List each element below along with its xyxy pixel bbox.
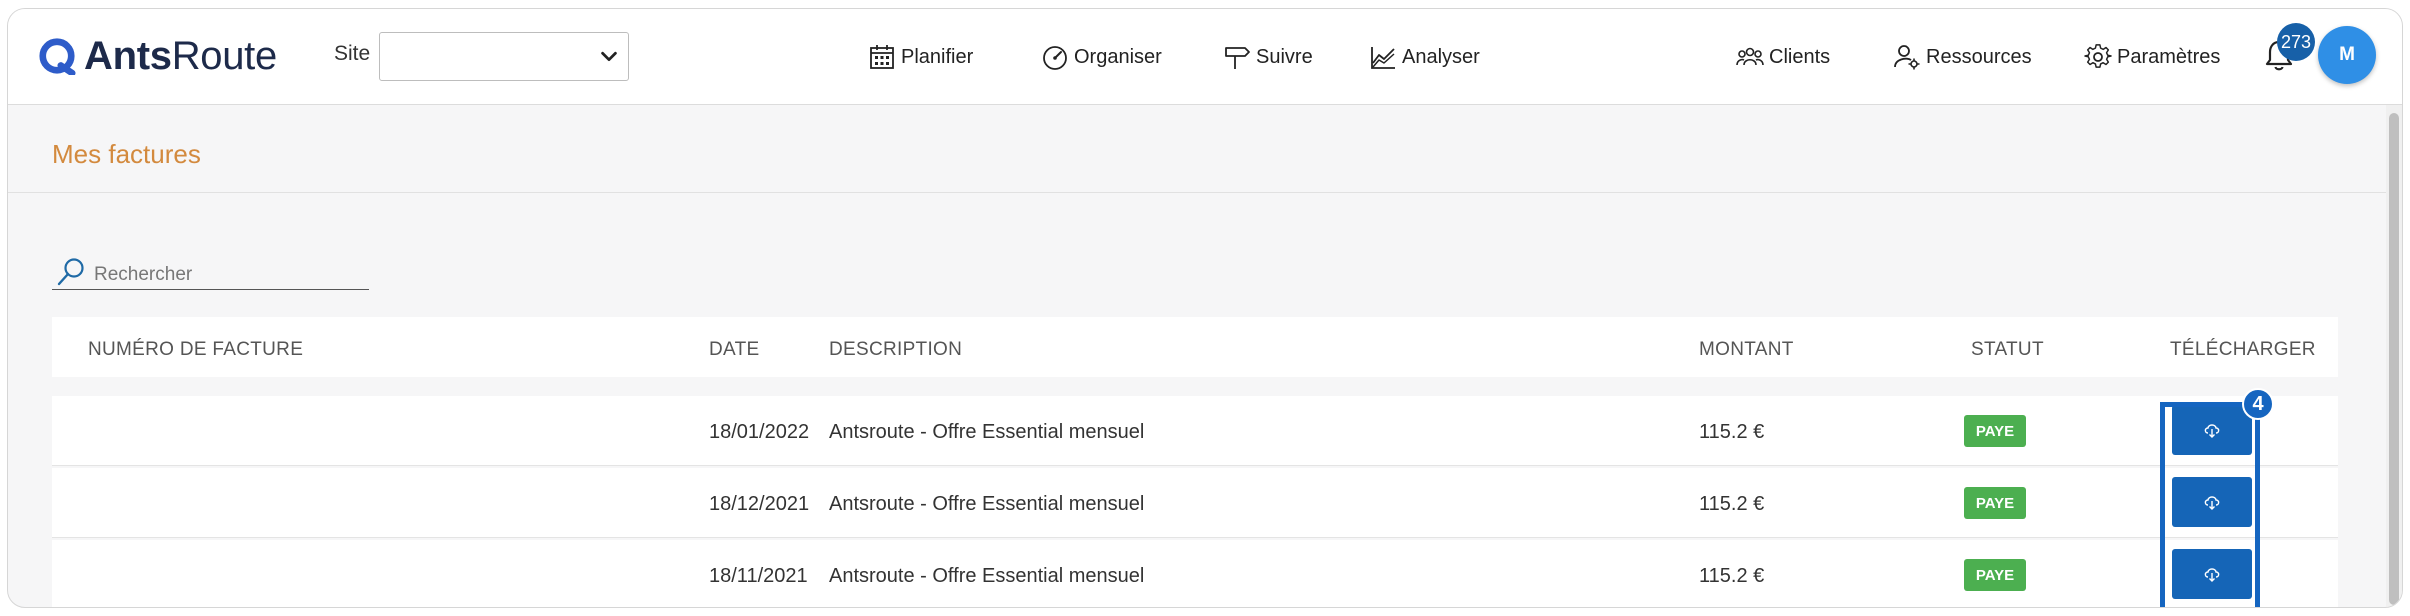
nav-organiser[interactable]: Organiser bbox=[1041, 43, 1162, 71]
search-input[interactable] bbox=[94, 263, 364, 287]
column-header-description[interactable]: DESCRIPTION bbox=[829, 339, 962, 361]
invoice-amount: 115.2 € bbox=[1699, 421, 1765, 443]
page-header: Mes factures bbox=[8, 105, 2388, 193]
user-gear-icon bbox=[1894, 45, 1920, 70]
invoice-amount: 115.2 € bbox=[1699, 565, 1765, 587]
users-icon bbox=[1736, 47, 1764, 66]
logo-icon bbox=[39, 38, 76, 75]
antsroute-logo[interactable]: AntsRoute bbox=[38, 33, 277, 79]
nav-parametres[interactable]: Paramètres bbox=[2084, 43, 2220, 71]
app-window: AntsRoute Site Planifier Organiser Suivr… bbox=[7, 8, 2403, 608]
nav-clients[interactable]: Clients bbox=[1736, 43, 1830, 71]
nav-planifier[interactable]: Planifier bbox=[868, 43, 973, 71]
cloud-download-icon bbox=[2204, 496, 2220, 510]
logo-text: AntsRoute bbox=[84, 33, 277, 78]
table-row: 18/12/2021 Antsroute - Offre Essential m… bbox=[52, 468, 2338, 538]
scrollbar-thumb[interactable] bbox=[2389, 113, 2399, 605]
nav-analyser[interactable]: Analyser bbox=[1369, 43, 1480, 71]
nav-label: Clients bbox=[1769, 45, 1831, 68]
table-header: NUMÉRO DE FACTURE DATE DESCRIPTION MONTA… bbox=[52, 317, 2338, 377]
download-button[interactable] bbox=[2172, 477, 2252, 527]
nav-label: Organiser bbox=[1074, 45, 1162, 68]
top-header: AntsRoute Site Planifier Organiser Suivr… bbox=[8, 9, 2402, 105]
gear-icon bbox=[2084, 44, 2112, 68]
gauge-icon bbox=[1043, 46, 1067, 70]
status-badge: PAYE bbox=[1964, 487, 2026, 519]
status-badge: PAYE bbox=[1964, 415, 2026, 447]
status-badge: PAYE bbox=[1964, 559, 2026, 591]
page-title: Mes factures bbox=[52, 139, 201, 169]
invoice-description: Antsroute - Offre Essential mensuel bbox=[829, 421, 1145, 443]
download-button[interactable] bbox=[2172, 405, 2252, 455]
invoice-description: Antsroute - Offre Essential mensuel bbox=[829, 493, 1145, 515]
download-button[interactable] bbox=[2172, 549, 2252, 599]
column-header-status[interactable]: STATUT bbox=[1971, 339, 2044, 361]
site-select[interactable] bbox=[379, 32, 629, 81]
search-box bbox=[52, 253, 369, 290]
chart-icon bbox=[1371, 47, 1395, 69]
cloud-download-icon bbox=[2204, 568, 2220, 582]
cloud-download-icon bbox=[2204, 424, 2220, 438]
avatar[interactable]: M bbox=[2318, 26, 2376, 84]
invoice-amount: 115.2 € bbox=[1699, 493, 1765, 515]
column-header-amount[interactable]: MONTANT bbox=[1699, 339, 1794, 361]
nav-ressources[interactable]: Ressources bbox=[1893, 43, 2032, 71]
search-icon bbox=[57, 258, 84, 286]
nav-label: Ressources bbox=[1926, 45, 2032, 68]
invoice-date: 18/12/2021 bbox=[709, 493, 810, 515]
column-header-date[interactable]: DATE bbox=[709, 339, 759, 361]
nav-label: Analyser bbox=[1402, 45, 1480, 68]
site-label: Site bbox=[334, 42, 371, 65]
chevron-down-icon bbox=[601, 51, 617, 62]
column-header-number[interactable]: NUMÉRO DE FACTURE bbox=[88, 339, 303, 361]
signpost-icon bbox=[1225, 47, 1250, 69]
nav-label: Planifier bbox=[901, 45, 974, 68]
table-row: 18/11/2021 Antsroute - Offre Essential m… bbox=[52, 540, 2338, 607]
column-header-download[interactable]: TÉLÉCHARGER bbox=[2170, 339, 2316, 361]
calendar-icon bbox=[870, 45, 894, 69]
nav-label: Paramètres bbox=[2117, 45, 2221, 68]
invoice-date: 18/01/2022 bbox=[709, 421, 810, 443]
nav-label: Suivre bbox=[1256, 45, 1313, 68]
step-badge: 4 bbox=[2242, 388, 2274, 420]
invoice-description: Antsroute - Offre Essential mensuel bbox=[829, 565, 1145, 587]
nav-suivre[interactable]: Suivre bbox=[1223, 43, 1313, 71]
notification-badge[interactable]: 273 bbox=[2277, 23, 2315, 61]
invoice-date: 18/11/2021 bbox=[709, 565, 808, 587]
table-row: 18/01/2022 Antsroute - Offre Essential m… bbox=[52, 396, 2338, 466]
